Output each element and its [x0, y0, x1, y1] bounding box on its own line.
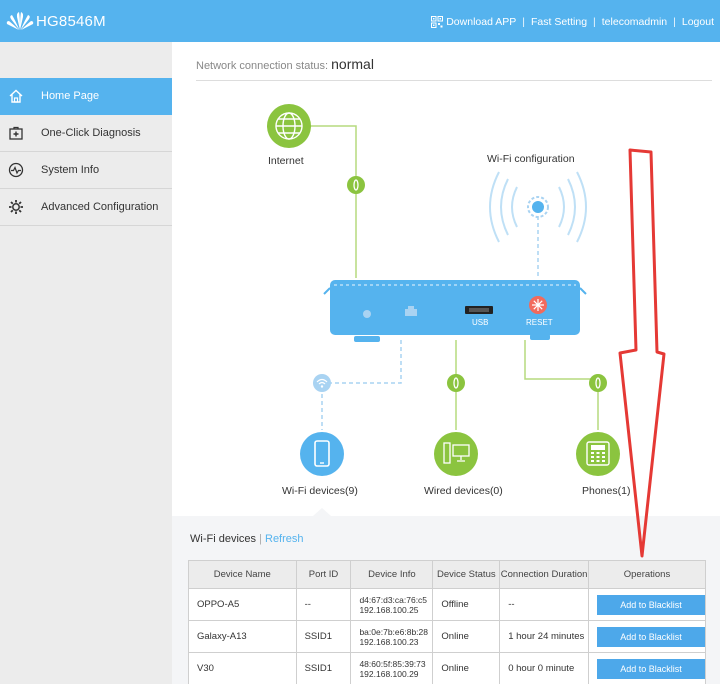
port-id-cell: SSID1: [295, 620, 352, 653]
add-to-blacklist-button[interactable]: Add to Blacklist: [596, 594, 705, 615]
device-status-cell: Offline: [432, 588, 501, 621]
sidebar-item-one-click-diagnosis[interactable]: One-Click Diagnosis: [0, 115, 172, 152]
pulse-icon: [8, 162, 24, 178]
fast-setting-link[interactable]: Fast Setting: [531, 16, 587, 28]
wired-devices-label[interactable]: Wired devices(0): [424, 485, 503, 497]
device-info-cell: d4:67:d3:ca:76:c5 192.168.100.25: [350, 588, 434, 621]
column-header: Device Name: [188, 560, 297, 589]
table-row: OPPO-A5 -- d4:67:d3:ca:76:c5 192.168.100.…: [188, 588, 707, 621]
device-info-cell: 48:60:5f:85:39:73 192.168.100.29: [350, 652, 434, 684]
telephone-icon: [576, 432, 620, 476]
table-header-row: Device Name Port ID Device Info Device S…: [188, 560, 707, 589]
wifi-configuration-label[interactable]: Wi-Fi configuration: [487, 153, 575, 165]
medical-kit-icon: [9, 126, 23, 140]
operations-cell: Add to Blacklist: [587, 620, 707, 653]
router-icon: [323, 280, 587, 342]
reset-label: RESET: [526, 318, 553, 327]
sidebar-item-system-info[interactable]: System Info: [0, 152, 172, 189]
device-name-cell: V30: [188, 652, 297, 684]
topology-diagram: [267, 104, 620, 516]
phones-label[interactable]: Phones(1): [582, 485, 630, 497]
ip-address: 192.168.100.23: [359, 636, 419, 647]
section-separator: |: [259, 533, 262, 545]
mobile-phone-icon: [300, 432, 344, 476]
wired-link-status-icon: [447, 374, 465, 392]
table-row: Galaxy-A13 SSID1 ba:0e:7b:e6:8b:28 192.16…: [188, 620, 707, 653]
device-info-cell: ba:0e:7b:e6:8b:28 192.168.100.23: [350, 620, 434, 653]
huawei-logo-icon: [6, 12, 34, 30]
globe-icon: [267, 104, 311, 148]
wifi-link-status-icon: [313, 374, 331, 392]
home-icon: [9, 89, 23, 103]
header-separator: |: [522, 16, 525, 28]
add-to-blacklist-button[interactable]: Add to Blacklist: [596, 626, 705, 647]
wifi-link-line: [321, 340, 402, 430]
sidebar-item-label: Advanced Configuration: [41, 201, 159, 213]
mac-address: 48:60:5f:85:39:73: [359, 658, 426, 669]
internet-link-status-icon: [347, 176, 365, 194]
device-status-cell: Online: [432, 652, 501, 684]
top-header: HG8546M Download APP | Fast Setting | te…: [0, 0, 720, 42]
qr-code-icon[interactable]: [431, 16, 444, 28]
phone-link-line: [524, 340, 599, 430]
user-name-link[interactable]: telecomadmin: [602, 16, 667, 28]
device-name-cell: OPPO-A5: [188, 588, 297, 621]
port-id-cell: SSID1: [295, 652, 352, 684]
connection-duration-cell: 1 hour 24 minutes: [499, 620, 589, 653]
wifi-devices-label[interactable]: Wi-Fi devices(9): [282, 485, 358, 497]
desktop-computer-icon: [434, 432, 478, 476]
sidebar-item-label: Home Page: [41, 90, 100, 102]
sidebar-nav: Home Page One-Click Diagnosis System Inf…: [0, 78, 179, 226]
operations-cell: Add to Blacklist: [587, 652, 707, 684]
sidebar-item-advanced-configuration[interactable]: Advanced Configuration: [0, 189, 172, 226]
device-name-cell: Galaxy-A13: [188, 620, 297, 653]
logout-link[interactable]: Logout: [682, 16, 714, 28]
column-header: Device Status: [432, 560, 501, 589]
add-to-blacklist-button[interactable]: Add to Blacklist: [596, 658, 705, 679]
wifi-antenna-icon: [532, 201, 544, 213]
download-app-link[interactable]: Download APP: [446, 16, 516, 28]
ip-address: 192.168.100.25: [359, 604, 419, 615]
ip-address: 192.168.100.29: [359, 668, 419, 679]
connection-duration-cell: 0 hour 0 minute: [499, 652, 589, 684]
main-content: Network connection status: normal Intern…: [172, 42, 720, 684]
phone-link-status-icon: [589, 374, 607, 392]
mac-address: ba:0e:7b:e6:8b:28: [359, 626, 428, 637]
network-topology-panel: Network connection status: normal Intern…: [172, 42, 720, 516]
mac-address: d4:67:d3:ca:76:c5: [359, 594, 428, 605]
sidebar-item-label: One-Click Diagnosis: [41, 127, 141, 139]
internet-label: Internet: [268, 155, 304, 167]
header-links: Download APP | Fast Setting | telecomadm…: [431, 16, 714, 28]
column-header: Connection Duration: [499, 560, 589, 589]
device-model-title: HG8546M: [36, 13, 106, 30]
header-separator: |: [673, 16, 676, 28]
connection-duration-cell: --: [499, 588, 589, 621]
usb-label: USB: [472, 318, 489, 327]
column-header: Operations: [587, 560, 707, 589]
table-row: V30 SSID1 48:60:5f:85:39:73 192.168.100.2…: [188, 652, 707, 684]
sidebar-item-home-page[interactable]: Home Page: [0, 78, 179, 115]
port-id-cell: --: [295, 588, 352, 621]
sidebar-item-label: System Info: [41, 164, 100, 176]
gear-icon: [9, 200, 23, 214]
section-title: Wi-Fi devices: [190, 533, 257, 545]
wifi-devices-table: Device Name Port ID Device Info Device S…: [188, 560, 707, 684]
column-header: Port ID: [295, 560, 352, 589]
column-header: Device Info: [350, 560, 434, 589]
selected-pointer-icon: [313, 508, 331, 516]
header-separator: |: [593, 16, 596, 28]
operations-cell: Add to Blacklist: [587, 588, 707, 621]
internet-link-line: [300, 125, 357, 278]
wifi-devices-section-header: Wi-Fi devices | Refresh: [190, 533, 304, 545]
sidebar: Home Page One-Click Diagnosis System Inf…: [0, 42, 179, 684]
device-status-cell: Online: [432, 620, 501, 653]
refresh-link[interactable]: Refresh: [265, 533, 304, 545]
